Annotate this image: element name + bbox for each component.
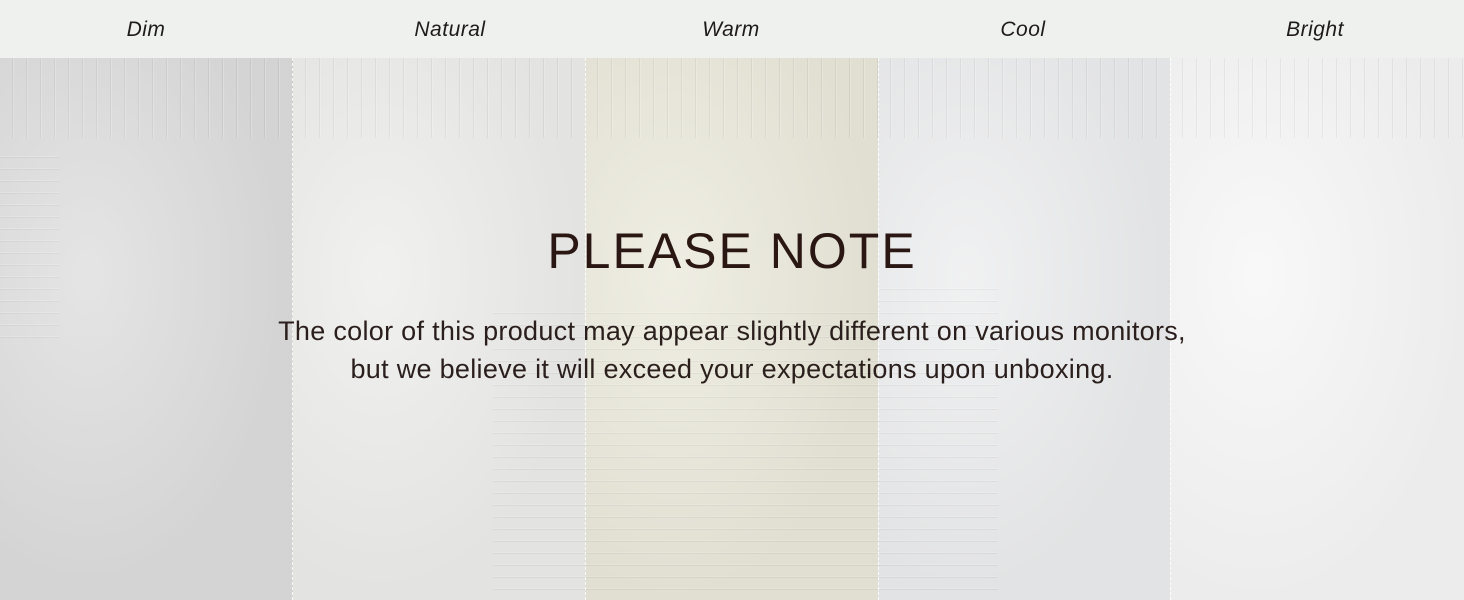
lighting-header: Dim Natural Warm Cool Bright <box>0 0 1464 58</box>
notice-title: PLEASE NOTE <box>547 223 917 279</box>
label-cool: Cool <box>1000 18 1046 41</box>
notice-line-2: but we believe it will exceed your expec… <box>350 354 1114 384</box>
notice-line-1: The color of this product may appear sli… <box>278 316 1186 346</box>
label-dim: Dim <box>126 18 166 41</box>
label-warm: Warm <box>702 18 760 41</box>
label-bright: Bright <box>1286 18 1344 41</box>
notice-body: The color of this product may appear sli… <box>0 312 1464 388</box>
label-natural: Natural <box>414 18 486 41</box>
